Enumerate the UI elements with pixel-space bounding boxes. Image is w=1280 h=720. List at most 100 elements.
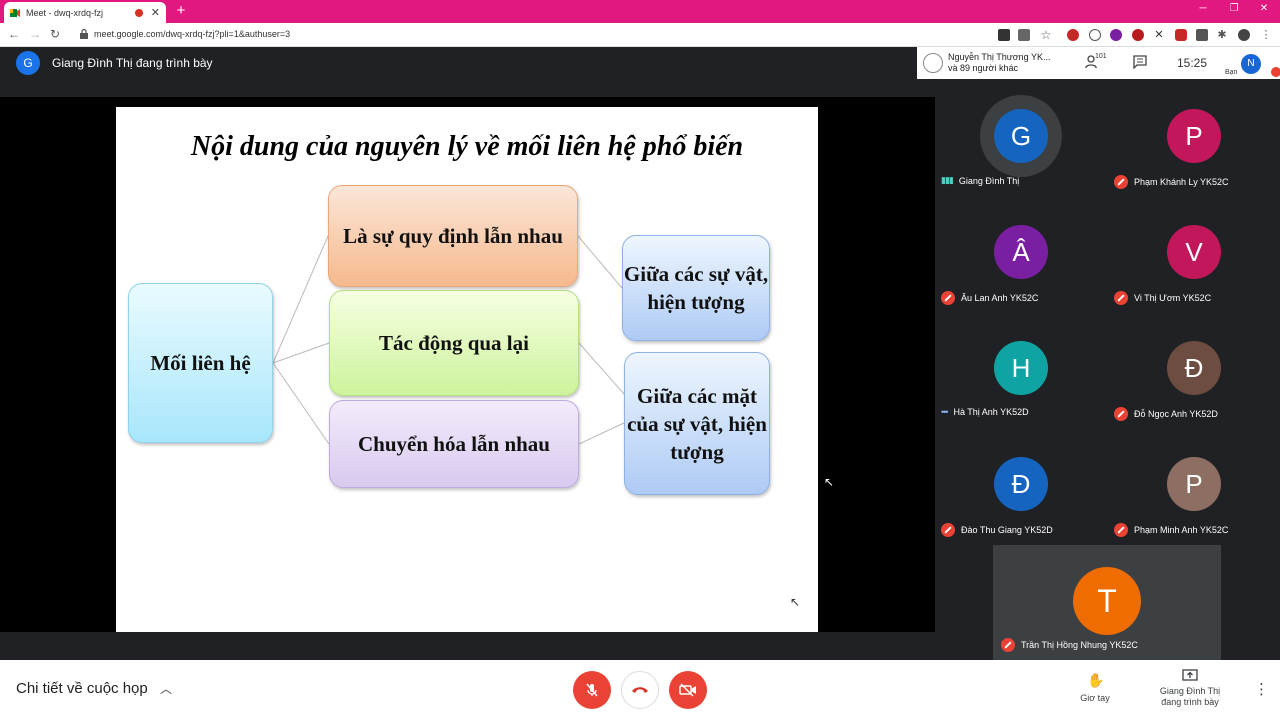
meeting-info-bar: Nguyễn Thị Thương YK... và 89 người khác… bbox=[917, 47, 1280, 79]
participant-summary[interactable]: Nguyễn Thị Thương YK... và 89 người khác bbox=[948, 52, 1051, 74]
ublock-icon[interactable] bbox=[1132, 29, 1144, 41]
participant-name: Đỗ Ngọc Anh YK52D bbox=[1134, 409, 1218, 419]
speaking-indicator-icon: ▮▮▮ bbox=[941, 175, 954, 185]
extension-purple-icon[interactable] bbox=[1110, 29, 1122, 41]
participant-tile[interactable]: H ••• Hà Thị Anh YK52D bbox=[935, 311, 1107, 427]
participant-name-row: ▮▮▮ Giang Đình Thị bbox=[941, 175, 1019, 186]
translate-icon[interactable] bbox=[1018, 29, 1030, 41]
mic-toggle-button[interactable] bbox=[573, 671, 611, 709]
chevron-up-icon[interactable]: ︿ bbox=[160, 680, 172, 697]
self-muted-icon bbox=[1271, 67, 1280, 77]
star-icon[interactable]: ☆ bbox=[1040, 29, 1052, 41]
meeting-details-button[interactable]: Chi tiết về cuộc họp bbox=[16, 680, 148, 697]
participant-avatar: Đ bbox=[994, 457, 1048, 511]
participant-name: Phạm Khánh Ly YK52C bbox=[1134, 177, 1229, 187]
diagram-box-mutual-determination: Là sự quy định lẫn nhau bbox=[328, 185, 578, 287]
reload-icon[interactable]: ↻ bbox=[48, 27, 62, 41]
browser-menu-icon[interactable]: ⋮ bbox=[1260, 29, 1272, 41]
self-avatar[interactable]: N bbox=[1241, 54, 1261, 74]
self-tile-name: Trần Thị Hồng Nhung YK52C bbox=[1021, 640, 1138, 650]
participant-tile[interactable]: P Phạm Minh Anh YK52C bbox=[1108, 427, 1280, 543]
participant-name-row: Đỗ Ngọc Anh YK52D bbox=[1114, 407, 1218, 421]
self-tile-name-row: Trần Thị Hồng Nhung YK52C bbox=[1001, 638, 1138, 652]
self-tile[interactable]: T Trần Thị Hồng Nhung YK52C bbox=[993, 545, 1221, 660]
participant-name: Vi Thị Ươm YK52C bbox=[1134, 293, 1212, 303]
profile-avatar[interactable] bbox=[1238, 29, 1250, 41]
people-count-badge: 101 bbox=[1095, 53, 1107, 60]
participant-tile[interactable]: Â Âu Lan Anh YK52C bbox=[935, 195, 1107, 311]
address-bar: ← → ↻ meet.google.com/dwq-xrdq-fzj?pli=1… bbox=[0, 23, 1280, 47]
participant-name: Đào Thu Giang YK52D bbox=[961, 525, 1053, 535]
self-label: Bạn bbox=[1225, 69, 1238, 76]
back-icon[interactable]: ← bbox=[7, 27, 21, 41]
participant-avatar bbox=[923, 53, 943, 73]
extension-x-icon[interactable]: ✕ bbox=[1153, 29, 1165, 41]
participant-name: Hà Thị Anh YK52D bbox=[953, 407, 1029, 417]
presenter-avatar: G bbox=[16, 51, 40, 75]
participant-tile[interactable]: Đ Đào Thu Giang YK52D bbox=[935, 427, 1107, 543]
participant-others: và 89 người khác bbox=[948, 63, 1018, 73]
participant-name-row: Phạm Minh Anh YK52C bbox=[1114, 523, 1228, 537]
diagram-box-between-aspects: Giữa các mặt của sự vật, hiện tượng bbox=[624, 352, 770, 495]
meet-window: Meet - dwq-xrdq-fzj ✕ + ─ ❐ ✕ ← → ↻ meet… bbox=[0, 0, 1280, 720]
diagram-box-between-things: Giữa các sự vật, hiện tượng bbox=[622, 235, 770, 341]
forward-icon[interactable]: → bbox=[28, 27, 42, 41]
more-indicator-icon: ••• bbox=[941, 407, 949, 417]
participant-tile[interactable]: P Phạm Khánh Ly YK52C bbox=[1108, 79, 1280, 195]
minimize-icon[interactable]: ─ bbox=[1196, 3, 1210, 14]
participant-tile[interactable]: G ▮▮▮ Giang Đình Thị bbox=[935, 79, 1107, 195]
participant-name-row: Đào Thu Giang YK52D bbox=[941, 523, 1053, 537]
camera-off-icon bbox=[679, 683, 696, 697]
maximize-icon[interactable]: ❐ bbox=[1227, 3, 1241, 14]
participant-avatar: Đ bbox=[1167, 341, 1221, 395]
tab-bar: Meet - dwq-xrdq-fzj ✕ + ─ ❐ ✕ bbox=[0, 0, 1280, 23]
presenter-bar: G Giang Đình Thị đang trình bày bbox=[0, 47, 935, 79]
diagram-box-transformation: Chuyển hóa lẫn nhau bbox=[329, 400, 579, 488]
mic-off-icon bbox=[941, 291, 955, 305]
participant-tile[interactable]: V Vi Thị Ươm YK52C bbox=[1108, 195, 1280, 311]
close-tab-icon[interactable]: ✕ bbox=[151, 6, 160, 19]
leave-call-button[interactable] bbox=[621, 671, 659, 709]
participant-avatar: G bbox=[994, 109, 1048, 163]
participant-grid: G ▮▮▮ Giang Đình Thị P Phạm Khánh Ly YK52… bbox=[935, 79, 1280, 544]
mic-off-icon bbox=[1114, 291, 1128, 305]
participant-name: Giang Đình Thị bbox=[958, 175, 1020, 186]
recording-indicator-icon bbox=[134, 8, 143, 17]
hang-up-icon bbox=[632, 687, 648, 693]
participant-tile[interactable]: Đ Đỗ Ngọc Anh YK52D bbox=[1108, 311, 1280, 427]
self-tile-avatar: T bbox=[1073, 567, 1141, 635]
participant-avatar: H bbox=[994, 341, 1048, 395]
camera-toggle-button[interactable] bbox=[669, 671, 707, 709]
camera-icon[interactable] bbox=[998, 29, 1010, 41]
presentation-slide: Nội dung của nguyên lý về mối liên hệ ph… bbox=[116, 107, 818, 632]
raise-hand-button[interactable]: Giơ tay bbox=[1070, 693, 1120, 703]
lock-icon bbox=[80, 29, 88, 39]
slide-pointer-icon: ↖ bbox=[790, 595, 801, 609]
participant-avatar: P bbox=[1167, 457, 1221, 511]
close-window-icon[interactable]: ✕ bbox=[1257, 3, 1271, 14]
chat-icon[interactable] bbox=[1133, 55, 1147, 72]
mic-off-icon bbox=[586, 683, 598, 697]
url-field[interactable]: meet.google.com/dwq-xrdq-fzj?pli=1&authu… bbox=[94, 29, 290, 39]
extensions-puzzle-icon[interactable]: ✱ bbox=[1216, 29, 1228, 41]
raise-hand-icon[interactable]: ✋ bbox=[1087, 672, 1104, 689]
more-options-icon[interactable]: ⋮ bbox=[1254, 680, 1269, 698]
extension-grid-icon[interactable] bbox=[1196, 29, 1208, 41]
participant-name-row: ••• Hà Thị Anh YK52D bbox=[941, 407, 1029, 417]
participant-avatar: P bbox=[1167, 109, 1221, 163]
tab-meet[interactable]: Meet - dwq-xrdq-fzj ✕ bbox=[4, 2, 166, 23]
mic-off-icon bbox=[1114, 407, 1128, 421]
mic-off-icon bbox=[941, 523, 955, 537]
extension-red-icon[interactable] bbox=[1067, 29, 1079, 41]
extension-shield-icon[interactable] bbox=[1175, 29, 1187, 41]
extension-block-icon[interactable] bbox=[1089, 29, 1101, 41]
participant-avatar: V bbox=[1167, 225, 1221, 279]
presenter-label: Giang Đình Thị đang trình bày bbox=[52, 56, 213, 70]
participant-name-row: Âu Lan Anh YK52C bbox=[941, 291, 1038, 305]
mic-off-icon bbox=[1001, 638, 1015, 652]
participant-name-row: Phạm Khánh Ly YK52C bbox=[1114, 175, 1229, 189]
new-tab-button[interactable]: + bbox=[172, 2, 190, 19]
participant-name: Nguyễn Thị Thương YK... bbox=[948, 52, 1051, 62]
present-now-button[interactable]: Giang Đình Thị đang trình bày bbox=[1150, 686, 1230, 708]
present-screen-icon[interactable] bbox=[1182, 669, 1198, 687]
